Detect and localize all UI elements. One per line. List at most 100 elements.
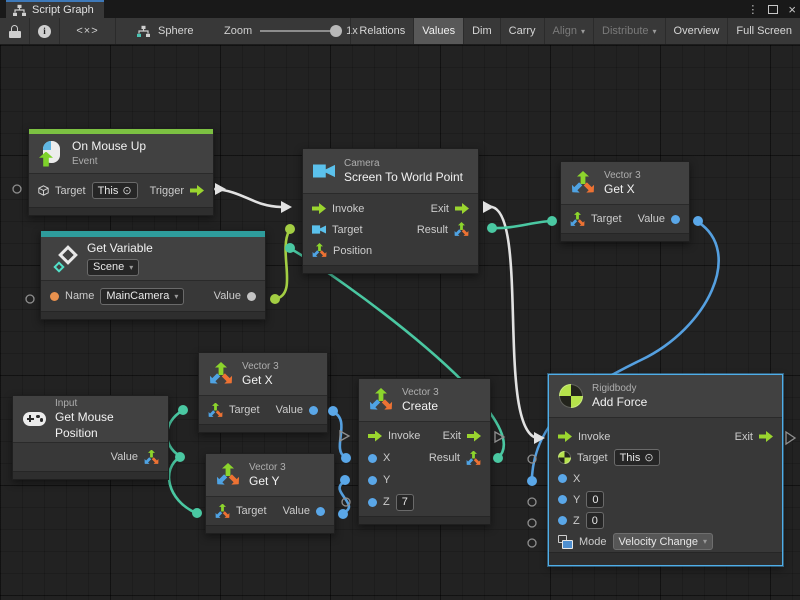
mode-dropdown[interactable]: Velocity Change ▾ — [613, 533, 714, 550]
vector3-port-icon[interactable] — [144, 450, 159, 465]
more-menu-icon[interactable]: ⋮ — [747, 3, 758, 16]
x-port[interactable] — [368, 454, 377, 463]
camera-port-icon[interactable] — [312, 225, 326, 234]
node-vector3-get-y[interactable]: Vector 3 Get Y Target Value — [205, 453, 335, 534]
rigidbody-port-icon[interactable] — [558, 451, 571, 464]
node-vector3-create[interactable]: Vector 3 Create Invoke Exit X Result Y Z… — [358, 378, 491, 525]
node-category: Vector 3 — [242, 360, 279, 373]
variable-name-dropdown[interactable]: MainCamera ▾ — [100, 288, 184, 305]
y-port[interactable] — [558, 495, 567, 504]
z-port[interactable] — [558, 516, 567, 525]
trigger-flow-port[interactable] — [190, 185, 204, 196]
node-get-variable[interactable]: Get Variable Scene ▾ Name MainCamera ▾ V… — [40, 230, 266, 320]
object-picker-icon[interactable]: ⊙ — [122, 184, 131, 197]
script-graph-icon — [136, 25, 151, 38]
lock-button[interactable] — [0, 18, 30, 44]
lock-icon — [9, 25, 21, 38]
values-button[interactable]: Values — [413, 18, 463, 44]
graph-icon — [12, 4, 27, 17]
y-port-label: Y — [383, 474, 390, 486]
code-preview-button[interactable]: <×> — [60, 18, 116, 44]
input-gamepad-icon — [23, 412, 46, 426]
x-port-label: X — [573, 473, 580, 485]
y-port[interactable] — [368, 476, 377, 485]
vector3-icon — [369, 388, 393, 412]
mouse-up-icon — [39, 141, 63, 167]
node-vector3-get-x-top[interactable]: Vector 3 Get X Target Value — [560, 161, 690, 242]
invoke-flow-port[interactable] — [312, 203, 326, 214]
variable-scope-dropdown[interactable]: Scene ▾ — [87, 259, 139, 276]
z-value-field[interactable]: 7 — [396, 494, 414, 511]
relations-button[interactable]: Relations — [350, 18, 413, 44]
node-rigidbody-add-force[interactable]: Rigidbody Add Force Invoke Exit Target T… — [548, 374, 783, 566]
exit-flow-port[interactable] — [759, 431, 773, 442]
x-port[interactable] — [558, 474, 567, 483]
info-icon: i — [38, 25, 51, 38]
target-port-label: Target — [577, 452, 608, 464]
vector3-port-icon[interactable] — [454, 222, 469, 237]
name-port[interactable] — [50, 292, 59, 301]
target-port-label: Target — [332, 224, 363, 236]
vector3-port-icon[interactable] — [312, 243, 327, 258]
overview-button[interactable]: Overview — [665, 18, 728, 44]
value-port[interactable] — [247, 292, 256, 301]
result-port-label: Result — [417, 224, 448, 236]
vector3-port-icon[interactable] — [208, 403, 223, 418]
vector3-icon — [571, 171, 595, 195]
node-vector3-get-x[interactable]: Vector 3 Get X Target Value — [198, 352, 328, 433]
dim-button[interactable]: Dim — [463, 18, 500, 44]
value-port[interactable] — [316, 507, 325, 516]
object-picker-icon[interactable]: ⊙ — [644, 451, 653, 464]
align-button[interactable]: Align▾ — [544, 18, 593, 44]
y-value-field[interactable]: 0 — [586, 491, 604, 508]
chevron-down-icon: ▾ — [703, 537, 707, 546]
node-on-mouse-up[interactable]: On Mouse Up Event Target This ⊙ Trigger — [28, 128, 214, 216]
node-title: Get Mouse Position — [55, 410, 158, 441]
node-title: Add Force — [592, 395, 647, 411]
invoke-flow-port[interactable] — [368, 431, 382, 442]
invoke-flow-port[interactable] — [558, 431, 572, 442]
breadcrumb[interactable]: Sphere — [158, 25, 193, 37]
target-object-chip[interactable]: This ⊙ — [614, 449, 660, 466]
tab-script-graph[interactable]: Script Graph — [6, 0, 104, 18]
target-port-label: Target — [591, 213, 622, 225]
node-title: Screen To World Point — [344, 170, 463, 186]
zoom-slider-handle[interactable] — [330, 25, 342, 37]
chevron-down-icon: ▾ — [581, 27, 585, 36]
vector3-port-icon[interactable] — [570, 212, 585, 227]
node-category: Vector 3 — [249, 461, 286, 474]
distribute-button[interactable]: Distribute▾ — [593, 18, 664, 44]
node-title: Create — [402, 399, 439, 415]
exit-port-label: Exit — [431, 203, 449, 215]
node-title: On Mouse Up — [72, 139, 146, 155]
y-port-label: Y — [573, 494, 580, 506]
node-category: Rigidbody — [592, 382, 647, 395]
x-port-label: X — [383, 452, 390, 464]
z-port[interactable] — [368, 498, 377, 507]
node-category: Camera — [344, 157, 463, 170]
target-object-chip[interactable]: This ⊙ — [92, 182, 138, 199]
node-get-mouse-position[interactable]: Input Get Mouse Position Value — [12, 395, 169, 480]
result-port-label: Result — [429, 452, 460, 464]
mode-port-label: Mode — [579, 536, 607, 548]
exit-port-label: Exit — [443, 430, 461, 442]
exit-flow-port[interactable] — [467, 431, 481, 442]
fullscreen-button[interactable]: Full Screen — [727, 18, 800, 44]
enum-port-icon[interactable] — [558, 535, 573, 549]
info-button[interactable]: i — [30, 18, 60, 44]
name-port-label: Name — [65, 290, 94, 302]
vector3-port-icon[interactable] — [215, 504, 230, 519]
zoom-slider[interactable] — [260, 30, 338, 32]
node-screen-to-world-point[interactable]: Camera Screen To World Point Invoke Exit… — [302, 148, 479, 274]
close-icon[interactable]: × — [788, 3, 796, 16]
value-port-label: Value — [276, 404, 303, 416]
chevron-down-icon: ▾ — [129, 263, 133, 272]
carry-button[interactable]: Carry — [500, 18, 544, 44]
value-port[interactable] — [309, 406, 318, 415]
vector3-port-icon[interactable] — [466, 451, 481, 466]
value-port[interactable] — [671, 215, 680, 224]
maximize-icon[interactable] — [768, 5, 778, 14]
exit-flow-port[interactable] — [455, 203, 469, 214]
node-subtitle: Event — [72, 155, 146, 168]
z-value-field[interactable]: 0 — [586, 512, 604, 529]
